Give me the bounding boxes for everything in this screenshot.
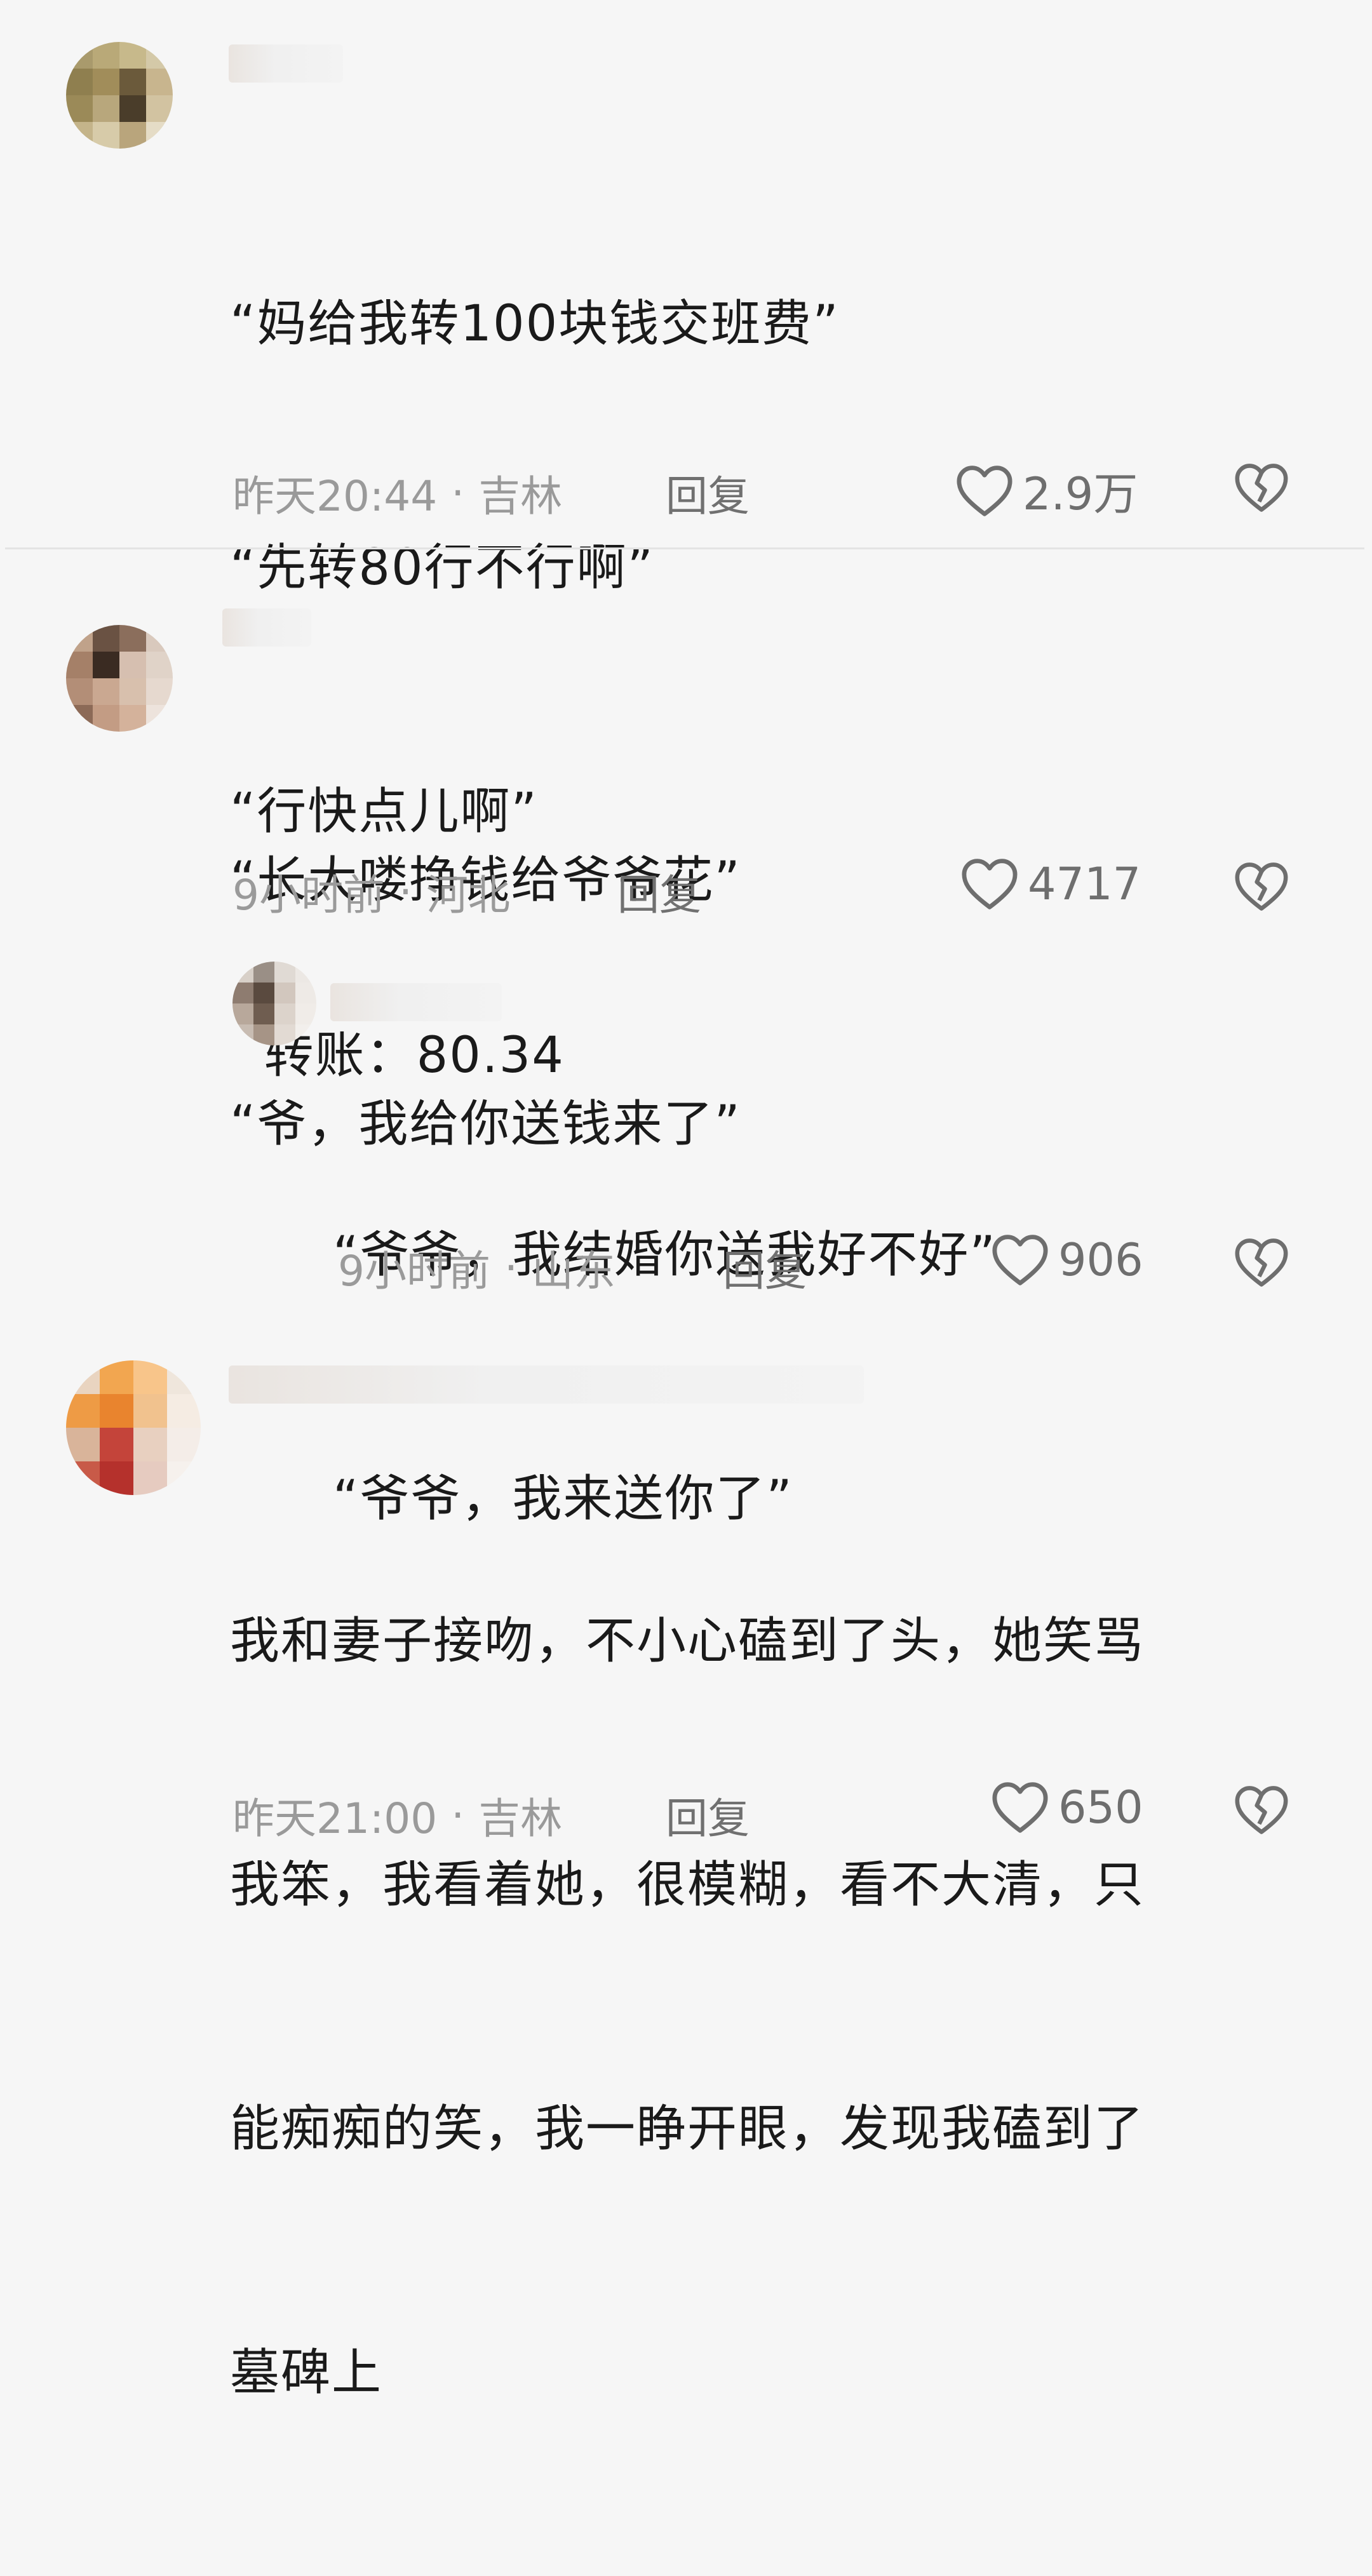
broken-heart-icon[interactable]	[1234, 462, 1289, 513]
meta-separator: ·	[451, 1790, 465, 1840]
broken-heart-icon[interactable]	[1234, 861, 1289, 912]
username-blurred[interactable]	[229, 44, 343, 83]
comment-line: 我笨，我看着她，很模糊，看不大清，只	[230, 1856, 1145, 1914]
meta-separator: ·	[504, 1243, 518, 1292]
broken-heart-icon[interactable]	[1234, 1785, 1289, 1835]
heart-outline-icon	[992, 1235, 1048, 1285]
location: 吉林	[478, 1794, 563, 1843]
username-blurred[interactable]	[222, 608, 311, 647]
heart-outline-icon	[962, 859, 1018, 909]
comment-line: 墓碑上	[230, 2344, 383, 2401]
avatar[interactable]	[232, 962, 316, 1045]
comment-meta: 9小时前 · 河北	[232, 861, 510, 922]
comment-line: 能痴痴的笑，我一睁开眼，发现我磕到了	[230, 2100, 1145, 2157]
location: 山东	[531, 1247, 615, 1296]
heart-outline-icon	[957, 465, 1012, 516]
like-button[interactable]: 650	[991, 1781, 1143, 1834]
reply-button[interactable]: 回复	[723, 1237, 807, 1298]
meta-separator: ·	[399, 867, 412, 916]
reply-button[interactable]: 回复	[666, 1785, 750, 1846]
comment-meta: 9小时前 · 山东	[338, 1237, 615, 1298]
comment-divider	[5, 547, 1364, 549]
location: 吉林	[478, 472, 563, 521]
like-button[interactable]: 2.9万	[955, 459, 1138, 523]
like-count: 4717	[1028, 858, 1141, 910]
like-count: 906	[1058, 1234, 1143, 1286]
timestamp: 昨天20:44	[232, 472, 438, 521]
comment-line: 我和妻子接吻，不小心磕到了头，她笑骂	[230, 1613, 1145, 1670]
timestamp: 昨天21:00	[232, 1794, 438, 1843]
avatar[interactable]	[66, 1360, 201, 1495]
like-count: 2.9万	[1023, 468, 1138, 520]
meta-separator: ·	[451, 468, 465, 518]
comment-meta: 昨天20:44 · 吉林	[232, 462, 562, 523]
avatar[interactable]	[66, 625, 173, 732]
like-button[interactable]: 906	[991, 1233, 1143, 1287]
location: 河北	[426, 871, 510, 920]
reply-button[interactable]: 回复	[617, 861, 701, 922]
comment-line: “先转80行不行啊”	[230, 539, 655, 596]
heart-outline-icon	[992, 1782, 1048, 1833]
reply-button[interactable]: 回复	[666, 462, 750, 523]
comment-line: “妈给我转100块钱交班费”	[230, 295, 840, 352]
broken-heart-icon[interactable]	[1234, 1237, 1289, 1288]
like-count: 650	[1058, 1781, 1143, 1834]
avatar[interactable]	[66, 42, 173, 149]
timestamp: 9小时前	[338, 1247, 490, 1296]
timestamp: 9小时前	[232, 871, 385, 920]
comment-meta: 昨天21:00 · 吉林	[232, 1785, 562, 1846]
username-blurred[interactable]	[229, 1365, 864, 1404]
comment-text: 我和妻子接吻，不小心磕到了头，她笑骂 我笨，我看着她，很模糊，看不大清，只 能痴…	[230, 1438, 1145, 2576]
like-button[interactable]: 4717	[960, 857, 1141, 911]
username-blurred[interactable]	[330, 983, 502, 1021]
